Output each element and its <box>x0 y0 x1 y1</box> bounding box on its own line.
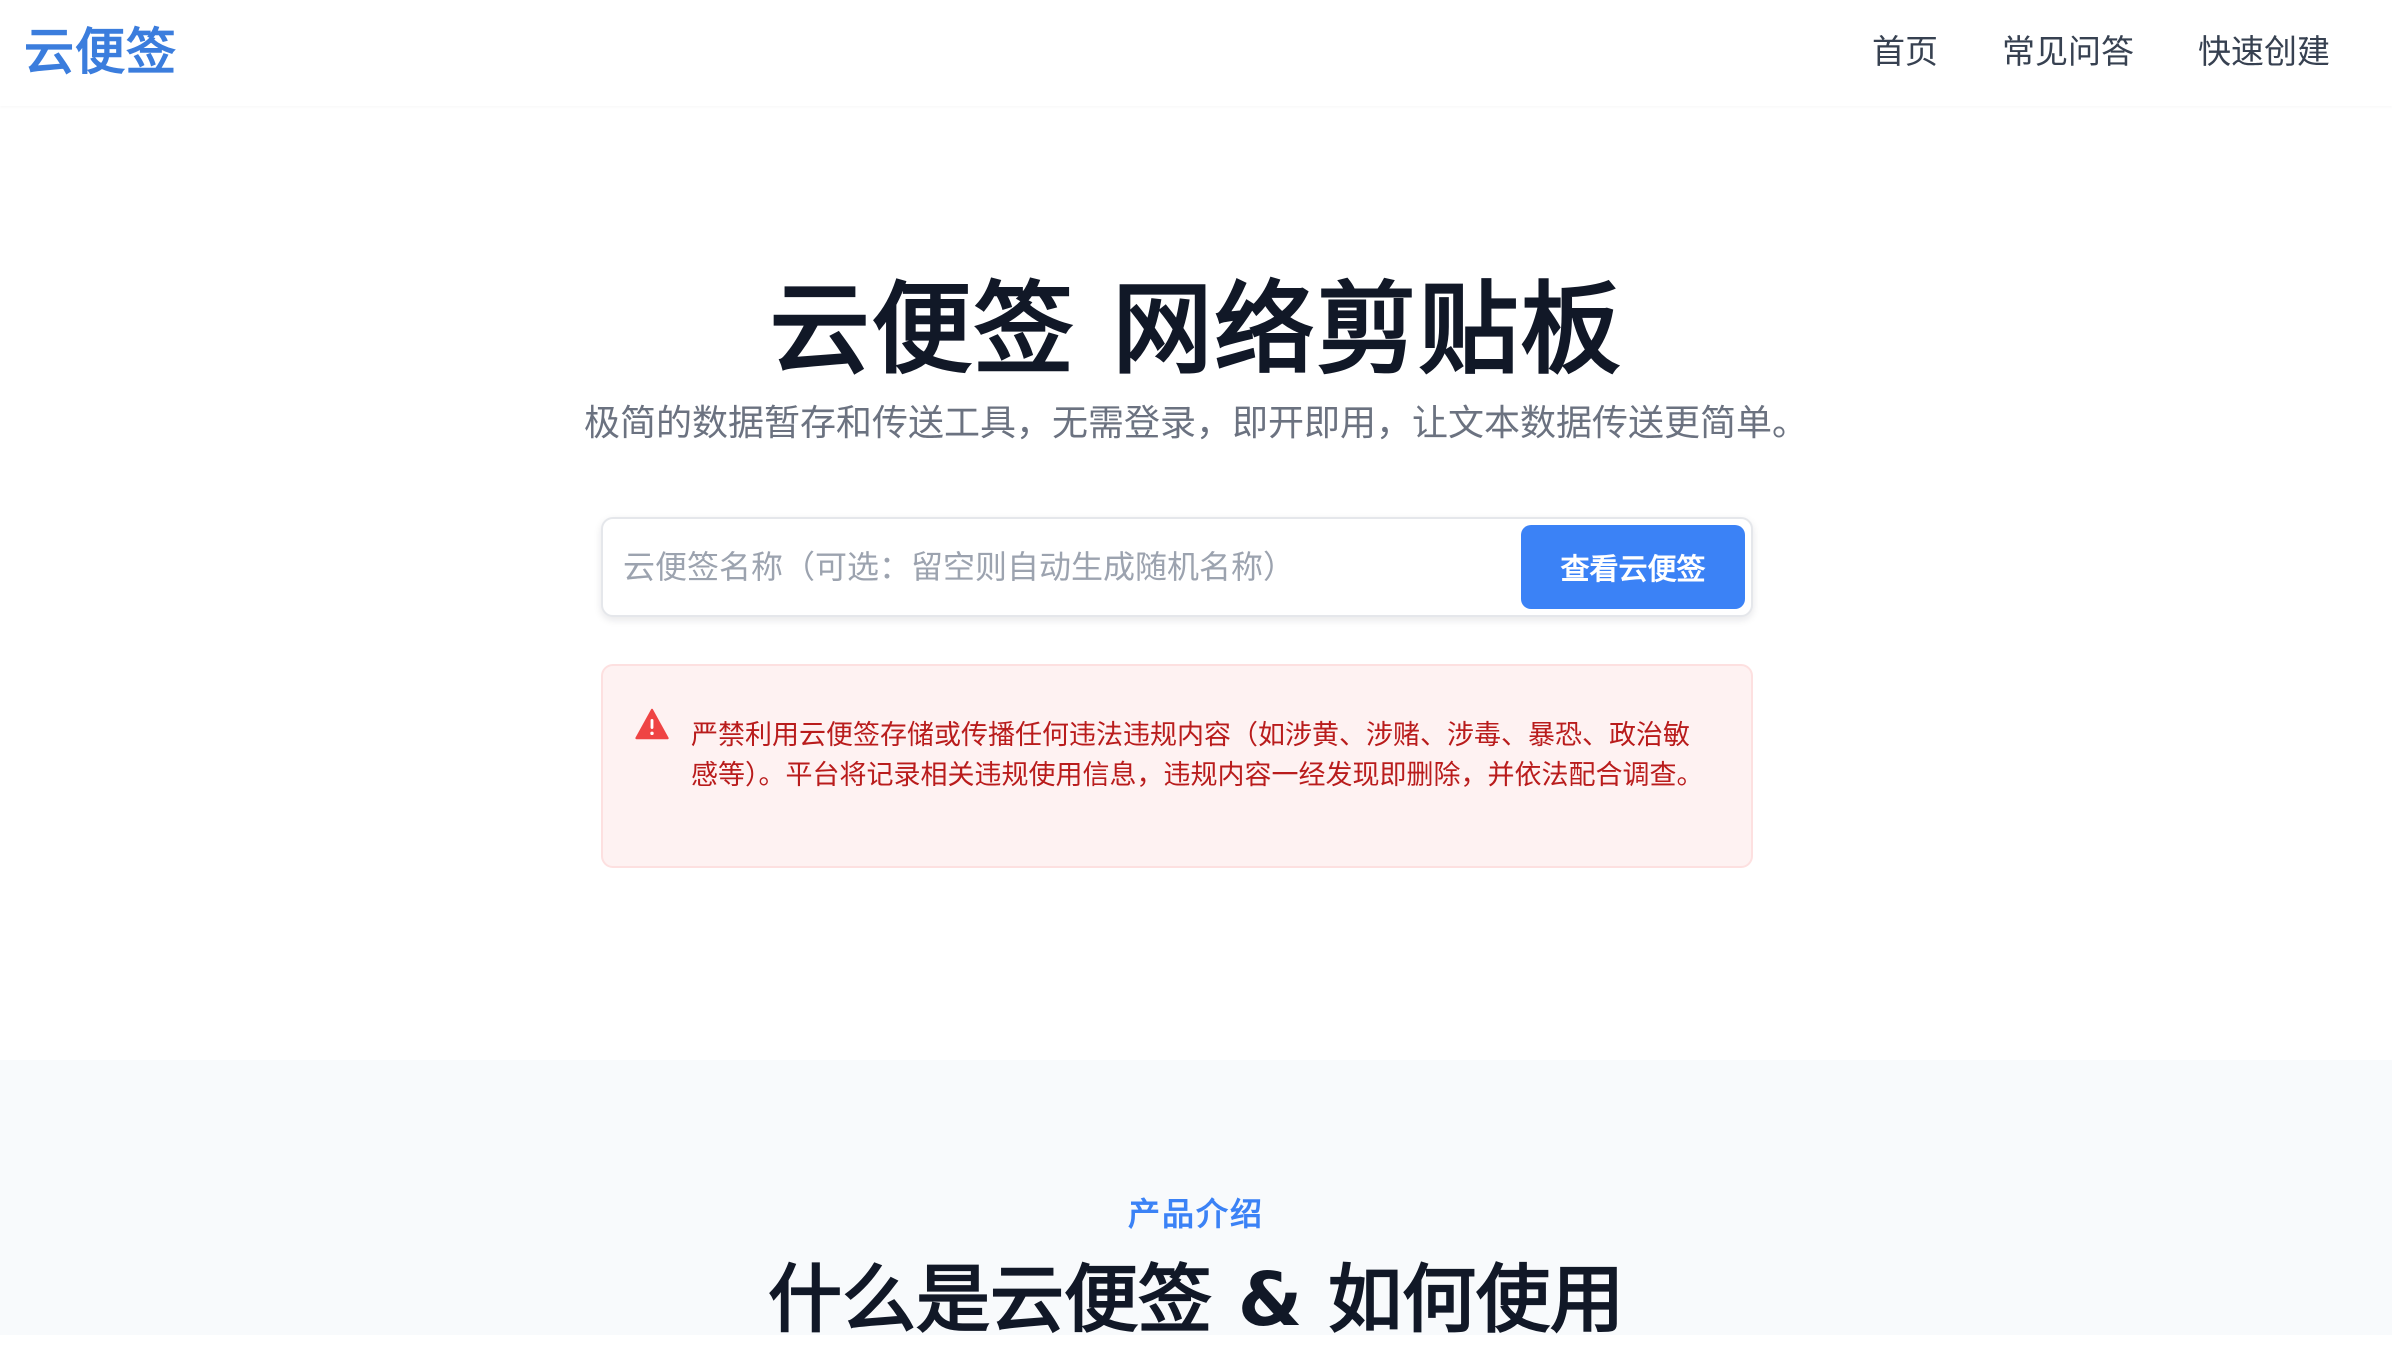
main-nav: 首页 常见问答 快速创建 <box>1872 30 2330 74</box>
nav-link-quick-create[interactable]: 快速创建 <box>2198 30 2330 74</box>
intro-section: 产品介绍 什么是云便签 & 如何使用 <box>0 1060 2392 1343</box>
intro-title: 什么是云便签 & 如何使用 <box>767 1257 1625 1343</box>
warning-triangle-icon <box>635 708 669 740</box>
logo[interactable]: 云便签 <box>24 22 177 82</box>
hero-title: 云便签 网络剪贴板 <box>769 271 1623 388</box>
nav-link-faq[interactable]: 常见问答 <box>2002 30 2134 74</box>
site-header: 云便签 首页 常见问答 快速创建 <box>0 0 2392 106</box>
intro-eyebrow: 产品介绍 <box>1127 1195 1264 1233</box>
hero-subtitle: 极简的数据暂存和传送工具，无需登录，即开即用，让文本数据传送更简单。 <box>583 403 1808 444</box>
search-box: 查看云便签 <box>601 517 1753 617</box>
note-name-input[interactable] <box>623 533 1493 601</box>
view-note-button[interactable]: 查看云便签 <box>1521 525 1745 609</box>
nav-link-home[interactable]: 首页 <box>1872 30 1938 74</box>
warning-text: 严禁利用云便签存储或传播任何违法违规内容（如涉黄、涉赌、涉毒、暴恐、政治敏感等）… <box>691 720 1704 791</box>
warning-alert: 严禁利用云便签存储或传播任何违法违规内容（如涉黄、涉赌、涉毒、暴恐、政治敏感等）… <box>601 664 1753 868</box>
